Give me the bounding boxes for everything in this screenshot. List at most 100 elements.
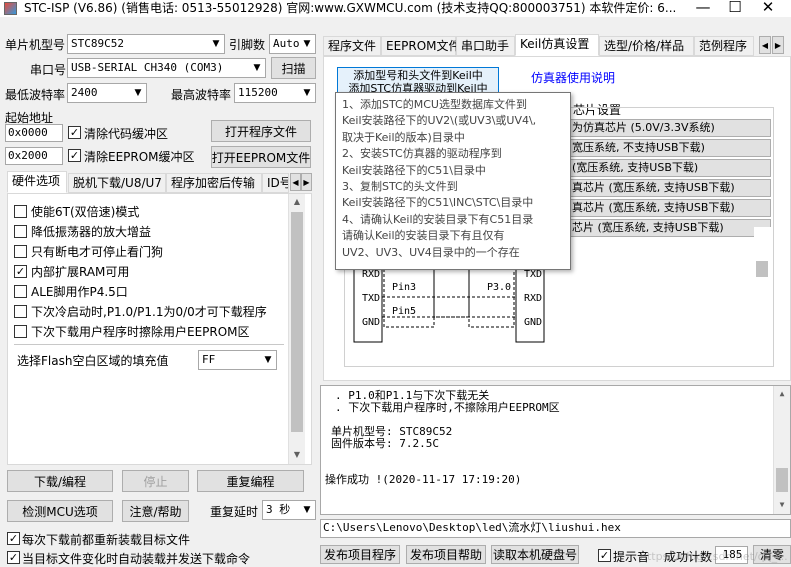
tab-examples[interactable]: 范例程序: [694, 36, 754, 56]
min-baud-value: 2400: [71, 86, 98, 99]
tooltip-line: 2、安装STC仿真器的驱动程序到: [342, 147, 502, 161]
beep-label: 提示音: [613, 550, 650, 564]
repeat-delay-label: 重复延时: [210, 505, 259, 519]
min-baud-select[interactable]: 2400 ▼: [67, 83, 147, 103]
log-line: . 下次下载用户程序时,不擦除用户EEPROM区: [335, 401, 560, 414]
option-cold-start[interactable]: 下次冷启动时,P1.0/P1.1为0/0才可下载程序: [14, 301, 267, 321]
chip-button-5[interactable]: 真芯片 (宽压系统, 支持USB下载): [569, 199, 771, 217]
auto-reload-checkbox[interactable]: ✓: [7, 551, 20, 564]
reload-before-download-label: 每次下载前都重新装载目标文件: [22, 533, 191, 547]
right-pin-txd: TXD: [524, 269, 543, 280]
option-watchdog-checkbox[interactable]: [14, 244, 27, 258]
close-button[interactable]: ✕: [745, 0, 791, 17]
log-scrollbar[interactable]: ▲ ▼: [773, 386, 790, 514]
option-gain-checkbox[interactable]: [14, 224, 27, 238]
chip-button-6[interactable]: 芯片 (宽压系统, 支持USB下载): [569, 219, 771, 237]
option-label: ALE脚用作P4.5口: [31, 284, 128, 299]
option-erase-checkbox[interactable]: [14, 324, 27, 338]
beep-checkbox[interactable]: ✓: [598, 549, 611, 562]
option-cold-start-checkbox[interactable]: [14, 304, 27, 318]
tab-scroll-left-icon[interactable]: ◀: [759, 36, 771, 54]
publish-project-button[interactable]: 发布项目程序: [320, 545, 400, 564]
option-label: 下次冷启动时,P1.0/P1.1为0/0才可下载程序: [31, 304, 267, 319]
right-pin-rxd: RXD: [524, 293, 543, 304]
log-line: 固件版本号: 7.2.5C: [331, 437, 439, 450]
help-button[interactable]: 注意/帮助: [122, 500, 189, 522]
option-ale-checkbox[interactable]: [14, 284, 27, 298]
open-eeprom-file-button[interactable]: 打开EEPROM文件: [211, 146, 311, 168]
stop-button[interactable]: 停止: [122, 470, 189, 492]
chevron-down-icon: ▼: [303, 505, 311, 515]
mcu-type-label: 单片机型号: [5, 38, 66, 52]
tab-selection-price[interactable]: 选型/价格/样品: [599, 36, 694, 56]
reload-before-download-checkbox[interactable]: ✓: [7, 532, 20, 545]
options-scrollbar[interactable]: ▲ ▼: [288, 194, 305, 464]
option-ram-checkbox[interactable]: ✓: [14, 264, 27, 278]
option-internal-ram[interactable]: ✓ 内部扩展RAM可用: [14, 261, 129, 281]
port-select[interactable]: USB-SERIAL CH340 (COM3) ▼: [67, 58, 266, 78]
scroll-down-icon[interactable]: ▼: [289, 447, 305, 463]
tab-scroll-right-icon[interactable]: ▶: [772, 36, 784, 54]
divider: [14, 344, 284, 345]
read-disk-serial-button[interactable]: 读取本机硬盘号: [491, 545, 579, 564]
tooltip-line: Keil安装路径下的C51\目录中: [342, 163, 486, 177]
tab-serial-assistant[interactable]: 串口助手: [456, 36, 515, 56]
option-6t-checkbox[interactable]: [14, 204, 27, 218]
option-label: 使能6T(双倍速)模式: [31, 204, 140, 219]
chip-button-1[interactable]: 为仿真芯片 (5.0V/3.3V系统): [569, 119, 771, 137]
open-program-file-button[interactable]: 打开程序文件: [211, 120, 311, 142]
download-program-button[interactable]: 下载/编程: [7, 470, 113, 492]
chip-button-4[interactable]: 真芯片 (宽压系统, 支持USB下载): [569, 179, 771, 197]
detect-mcu-button[interactable]: 检测MCU选项: [7, 500, 113, 522]
keil-add-tooltip: 1、添加STC的MCU选型数据库文件到 Keil安装路径下的UV2\(或UV3\…: [335, 92, 571, 270]
clear-code-checkbox[interactable]: ✓: [68, 126, 81, 139]
tooltip-line: Keil安装路径下的UV2\(或UV3\或UV4\,: [342, 114, 537, 128]
option-reduce-gain[interactable]: 降低振荡器的放大增益: [14, 221, 151, 241]
clear-code-label: 清除代码缓冲区: [84, 127, 169, 141]
tab-id-number[interactable]: ID号: [262, 173, 289, 193]
pin3-label: Pin3: [392, 282, 417, 293]
option-ale-pin[interactable]: ALE脚用作P4.5口: [14, 281, 128, 301]
chip-button-2[interactable]: 宽压系统, 不支持USB下载): [569, 139, 771, 157]
max-baud-select[interactable]: 115200 ▼: [234, 83, 316, 103]
option-6t-mode[interactable]: 使能6T(双倍速)模式: [14, 201, 139, 221]
start-address-input-2[interactable]: 0x2000: [5, 147, 63, 165]
fill-value-label: 选择Flash空白区域的填充值: [17, 354, 169, 368]
repeat-program-button[interactable]: 重复编程: [197, 470, 304, 492]
scroll-thumb[interactable]: [776, 468, 788, 492]
file-path-field[interactable]: C:\Users\Lenovo\Desktop\led\流水灯\liushui.…: [320, 519, 791, 538]
repeat-delay-select[interactable]: 3 秒 ▼: [262, 500, 316, 520]
start-address-input-1[interactable]: 0x0000: [5, 124, 63, 142]
tab-hardware-options[interactable]: 硬件选项: [7, 171, 67, 193]
scroll-up-icon[interactable]: ▲: [774, 386, 790, 402]
chevron-down-icon: ▼: [134, 88, 142, 98]
mcu-type-select[interactable]: STC89C52 ▼: [67, 34, 225, 54]
tab-program-file[interactable]: 程序文件: [323, 36, 381, 56]
sim-help-link[interactable]: 仿真器使用说明: [531, 69, 615, 86]
pin5-label: Pin5: [392, 306, 417, 317]
publish-help-button[interactable]: 发布项目帮助: [406, 545, 486, 564]
chip-button-3[interactable]: (宽压系统, 支持USB下载): [569, 159, 771, 177]
clear-eeprom-checkbox[interactable]: ✓: [68, 149, 81, 162]
option-erase-eeprom[interactable]: 下次下载用户程序时擦除用户EEPROM区: [14, 321, 250, 341]
tab-scroll-left-icon[interactable]: ◀: [290, 173, 301, 191]
scroll-up-icon[interactable]: ▲: [289, 194, 305, 210]
scan-button[interactable]: 扫描: [271, 57, 316, 79]
fill-value-select[interactable]: FF ▼: [198, 350, 277, 370]
chip-list-scrollbar[interactable]: [754, 227, 771, 277]
scroll-thumb[interactable]: [291, 212, 303, 432]
log-line: 操作成功 !(2020-11-17 17:19:20): [325, 473, 522, 486]
tooltip-line: 取决于Keil的版本)目录中: [342, 130, 465, 144]
tab-scroll-right-icon[interactable]: ▶: [301, 173, 312, 191]
reset-count-button[interactable]: 清零: [753, 545, 791, 564]
option-watchdog[interactable]: 只有断电才可停止看门狗: [14, 241, 163, 261]
pin-count-select[interactable]: Auto ▼: [269, 34, 316, 54]
tab-encrypted-transfer[interactable]: 程序加密后传输: [166, 173, 262, 193]
scroll-down-icon[interactable]: ▼: [774, 497, 790, 513]
tab-eeprom-file[interactable]: EEPROM文件: [381, 36, 461, 56]
option-label: 下次下载用户程序时擦除用户EEPROM区: [31, 324, 250, 339]
tab-keil-sim-settings[interactable]: Keil仿真设置: [515, 34, 599, 56]
tab-offline-download[interactable]: 脱机下载/U8/U7: [68, 173, 166, 193]
left-pin-rxd: RXD: [362, 269, 381, 280]
scroll-thumb[interactable]: [756, 261, 768, 277]
